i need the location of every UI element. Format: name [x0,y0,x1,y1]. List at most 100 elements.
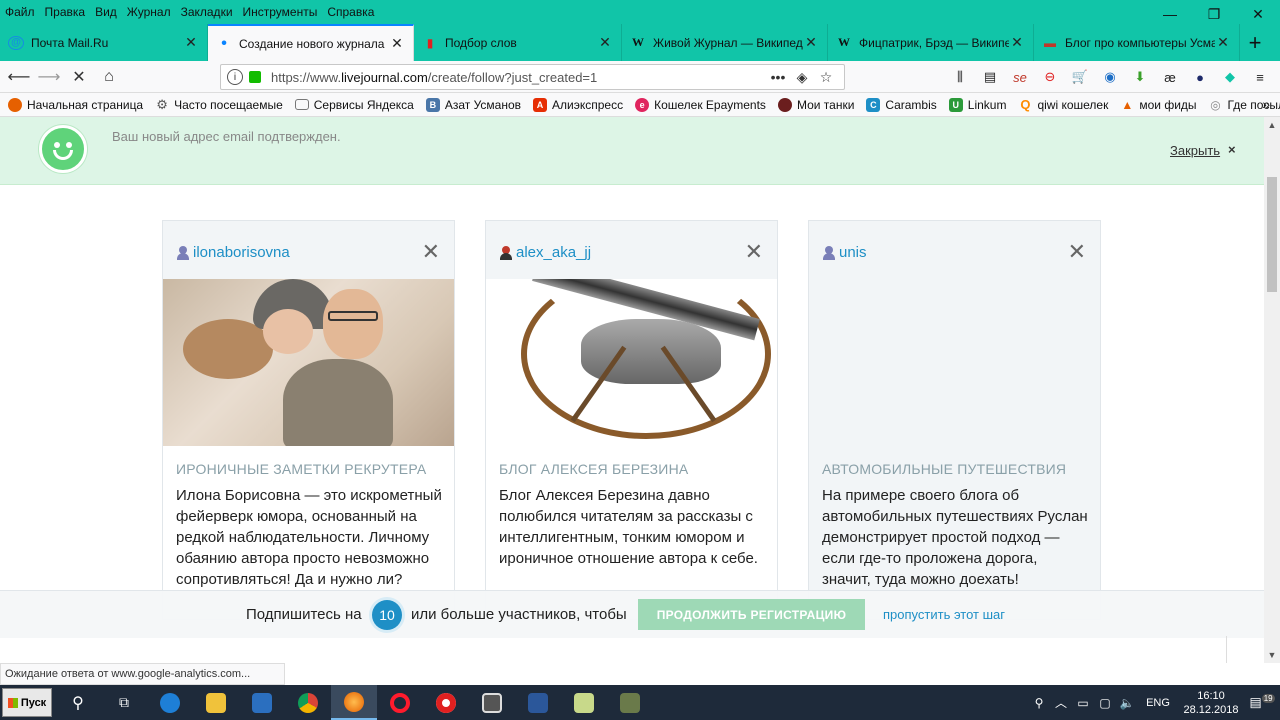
dismiss-card-icon[interactable]: ✕ [1068,239,1086,265]
new-tab-button[interactable]: + [1240,24,1270,61]
toolbar-icons: ⫼ ▤ se ⊖ 🛒 ◉ ⬇ æ ● ◆ ≡ [945,65,1275,89]
language-indicator[interactable]: ENG [1138,697,1178,709]
dismiss-card-icon[interactable]: ✕ [745,239,763,265]
clock[interactable]: 16:10 28.12.2018 [1178,689,1244,717]
bookmark-item[interactable]: C Carambis [866,97,937,112]
close-icon[interactable]: × [1228,142,1236,157]
menu-file[interactable]: Файл [0,5,40,19]
edge-icon[interactable] [147,685,193,720]
menu-edit[interactable]: Правка [40,5,91,19]
notes-icon[interactable] [561,685,607,720]
store-icon[interactable] [239,685,285,720]
forward-arrow-icon[interactable]: ⟶ [34,63,64,91]
battery-icon[interactable]: ▭ [1072,696,1094,710]
opera-icon[interactable] [377,685,423,720]
site-info-icon[interactable]: i [227,69,243,85]
bookmark-star-icon[interactable]: ☆ [814,69,838,86]
library-icon[interactable]: ⫼ [945,65,975,89]
notifications-icon[interactable]: ▤ 19 [1244,694,1280,710]
volume-icon[interactable]: 🔈 [1116,696,1138,710]
app-icon[interactable] [607,685,653,720]
page-actions-icon[interactable]: ••• [766,69,790,85]
card-user[interactable]: unis [822,244,867,261]
explorer-folder-icon[interactable] [193,685,239,720]
menu-help[interactable]: Справка [322,5,379,19]
tab-create-journal[interactable]: • Создание нового журнала ✕ [208,24,414,61]
firefox-icon[interactable] [331,685,377,720]
task-view-icon[interactable]: ⧉ [101,685,147,720]
bookmark-item[interactable]: e Кошелек Epayments [635,97,766,112]
network-icon[interactable]: ▢ [1094,696,1116,710]
chevron-up-icon[interactable]: ︿ [1050,694,1072,711]
username-link[interactable]: unis [839,244,867,261]
username-link[interactable]: alex_aka_jj [516,244,591,261]
card-user[interactable]: ilonaborisovna [176,244,290,261]
yandex-browser-icon[interactable] [423,685,469,720]
tab-wiki-lj[interactable]: W Живой Журнал — Википедия ✕ [622,24,828,61]
menu-bookmarks[interactable]: Закладки [176,5,238,19]
notice-close-link[interactable]: Закрыть [1170,143,1220,158]
journal-photo[interactable] [486,279,777,446]
bookmark-item[interactable]: Начальная страница [8,97,143,112]
tab-close-icon[interactable]: ✕ [389,35,405,52]
journal-photo-placeholder[interactable] [809,279,1100,446]
bookmark-item[interactable]: Мои танки [777,97,854,112]
extension-circle-icon[interactable]: ◉ [1095,65,1125,89]
continue-registration-button[interactable]: ПРОДОЛЖИТЬ РЕГИСТРАЦИЮ [638,599,865,630]
vertical-scrollbar[interactable]: ▲ ▼ [1264,117,1280,663]
chevron-right-icon[interactable]: » [1262,96,1270,112]
bookmark-item[interactable]: Qqiwi кошелек [1018,97,1108,112]
person-icon[interactable]: ⚲ [1028,696,1050,710]
bookmark-item[interactable]: ▲ мои фиды [1120,98,1196,112]
tab-word-selection[interactable]: ▮ Подбор слов ✕ [414,24,622,61]
username-link[interactable]: ilonaborisovna [193,244,290,261]
skip-step-link[interactable]: пропустить этот шаг [883,607,1005,622]
scrollbar-thumb[interactable] [1267,177,1277,292]
extension-se-icon[interactable]: se [1005,65,1035,89]
vk-icon: В [425,97,440,112]
url-bar[interactable]: i https://www.livejournal.com/create/fol… [220,64,845,90]
scroll-up-icon[interactable]: ▲ [1264,117,1280,133]
extension-block-icon[interactable]: ⊖ [1035,65,1065,89]
tab-close-icon[interactable]: ✕ [1009,34,1025,51]
tab-computer-blog[interactable]: ▬ Блог про компьютеры Усма ✕ [1034,24,1240,61]
folder-icon [294,99,309,110]
chrome-icon[interactable] [285,685,331,720]
stop-loading-icon[interactable]: ✕ [64,63,94,91]
url-text[interactable]: https://www.livejournal.com/create/follo… [271,70,766,85]
scroll-down-icon[interactable]: ▼ [1264,647,1280,663]
extension-cart-icon[interactable]: 🛒 [1065,65,1095,89]
tab-close-icon[interactable]: ✕ [803,34,819,51]
pocket-icon[interactable]: ◈ [790,69,814,86]
journal-photo[interactable] [163,279,454,446]
dismiss-card-icon[interactable]: ✕ [422,239,440,265]
bookmark-item[interactable]: A Алиэкспресс [533,97,623,112]
extension-tank-icon[interactable]: ● [1185,65,1215,89]
sidebar-icon[interactable]: ▤ [975,65,1005,89]
extension-download-icon[interactable]: ⬇ [1125,65,1155,89]
menu-tools[interactable]: Инструменты [238,5,323,19]
tab-close-icon[interactable]: ✕ [597,34,613,51]
tab-wiki-fitzpatrick[interactable]: W Фицпатрик, Брэд — Википедия ✕ [828,24,1034,61]
menu-view[interactable]: Вид [90,5,122,19]
word-icon[interactable] [515,685,561,720]
extension-ae-icon[interactable]: æ [1155,65,1185,89]
back-arrow-icon[interactable]: ⟵ [4,63,34,91]
subscribe-text-before: Подпишитесь на [246,606,362,623]
menu-history[interactable]: Журнал [122,5,176,19]
start-button[interactable]: Пуск [2,688,52,717]
bookmark-item[interactable]: ⚙ Часто посещаемые [155,97,282,112]
bookmark-item[interactable]: В Азат Усманов [425,97,521,112]
tab-mail[interactable]: @ Почта Mail.Ru ✕ [0,24,208,61]
extension-map-icon[interactable]: ◆ [1215,65,1245,89]
hamburger-menu-icon[interactable]: ≡ [1245,65,1275,89]
bookmark-item[interactable]: U Linkum [948,97,1006,112]
search-icon[interactable]: ⚲ [55,685,101,720]
tab-close-icon[interactable]: ✕ [1215,34,1231,51]
calculator-icon[interactable] [469,685,515,720]
tab-title: Подбор слов [445,35,517,50]
home-icon[interactable]: ⌂ [94,63,124,91]
tab-close-icon[interactable]: ✕ [183,34,199,51]
bookmark-item[interactable]: Сервисы Яндекса [294,98,414,112]
card-user[interactable]: alex_aka_jj [499,244,591,261]
